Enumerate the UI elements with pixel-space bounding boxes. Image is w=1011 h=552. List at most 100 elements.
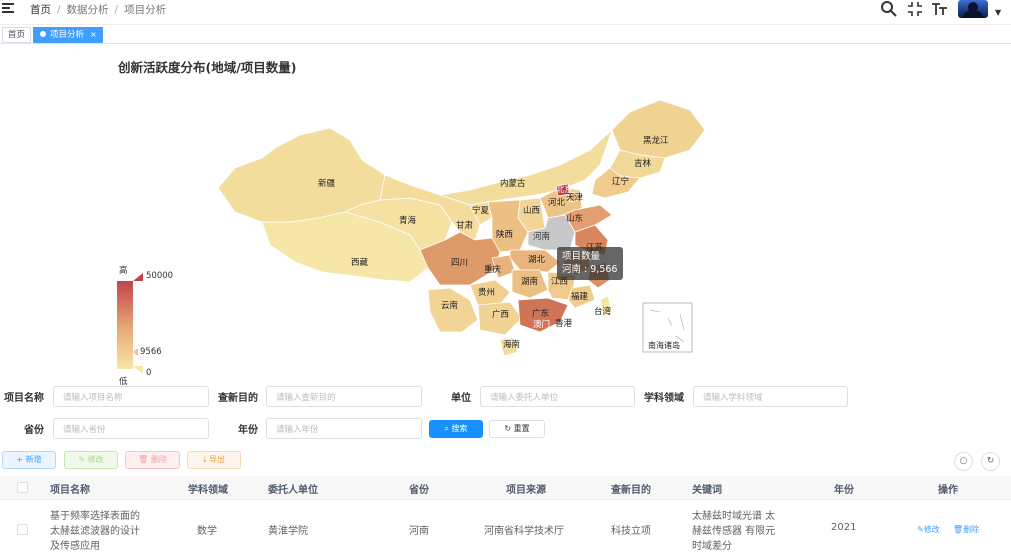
unit-input[interactable]: 请输入委托人单位 xyxy=(480,386,635,407)
visual-map-gradient-bar[interactable] xyxy=(117,281,133,369)
breadcrumb-data-analysis[interactable]: 数据分析 xyxy=(67,4,109,16)
add-button[interactable]: + 新增 xyxy=(2,451,56,469)
cell-province: 河南 xyxy=(409,526,429,537)
region-label-shandong: 山东 xyxy=(566,214,584,224)
refresh-icon: ↻ xyxy=(504,424,514,433)
province-input[interactable]: 请输入省份 xyxy=(53,418,209,439)
region-label-chongqing: 重庆 xyxy=(484,265,502,275)
tooltip-title: 项目数量 xyxy=(562,251,601,262)
field-input[interactable]: 请输入学科领域 xyxy=(693,386,848,407)
region-label-guangxi: 广西 xyxy=(492,310,510,320)
plus-icon: + xyxy=(16,455,26,464)
col-purpose: 查新目的 xyxy=(611,485,651,496)
region-label-shaanxi: 陕西 xyxy=(496,230,514,240)
visual-map-max: 50000 xyxy=(146,271,174,281)
col-name: 项目名称 xyxy=(50,485,90,496)
visual-map-bottom-handle[interactable] xyxy=(132,365,144,375)
row-checkbox[interactable] xyxy=(17,524,28,535)
breadcrumb: 首页 / 数据分析 / 项目分析 xyxy=(30,4,167,16)
reset-button[interactable]: ↻ 重置 xyxy=(489,420,545,438)
visual-map-top-handle[interactable] xyxy=(132,272,144,282)
col-source: 项目来源 xyxy=(506,485,546,496)
search-button[interactable]: ⌕ 搜索 xyxy=(429,420,483,438)
refresh-icon[interactable]: ↻ xyxy=(981,452,1000,471)
region-heilongjiang xyxy=(611,99,706,159)
font-size-icon[interactable] xyxy=(931,0,949,18)
col-actions: 操作 xyxy=(938,485,958,496)
col-province: 省份 xyxy=(409,485,429,496)
china-map[interactable] xyxy=(0,80,720,386)
cell-keywords-line-1: 太赫兹时域光谱 太 xyxy=(692,511,776,522)
breadcrumb-project-analysis: 项目分析 xyxy=(124,4,167,16)
export-button[interactable]: ⤓ 导出 xyxy=(187,451,241,469)
visual-map-min: 0 xyxy=(146,368,152,378)
year-input[interactable]: 请输入年份 xyxy=(266,418,422,439)
region-label-tianjin: 天津 xyxy=(566,193,584,203)
name-input[interactable]: 请输入项目名称 xyxy=(53,386,209,407)
unit-label: 单位 xyxy=(451,393,471,404)
cell-field: 数学 xyxy=(197,526,217,537)
region-label-hubei: 湖北 xyxy=(528,255,546,265)
delete-button[interactable]: 🗑 删除 xyxy=(125,451,180,469)
purpose-input[interactable]: 请输入查新目的 xyxy=(266,386,422,407)
top-navbar: 首页 / 数据分析 / 项目分析 ▼ xyxy=(0,0,1011,22)
region-label-xizang: 西藏 xyxy=(351,258,369,268)
region-label-hainan: 海南 xyxy=(503,340,521,350)
name-label: 项目名称 xyxy=(4,393,44,404)
cell-name-line-2: 太赫兹滤波器的设计 xyxy=(50,526,140,537)
tag-home[interactable]: 首页 xyxy=(2,27,32,43)
search-icon[interactable] xyxy=(880,0,898,18)
close-icon[interactable]: × xyxy=(90,30,97,39)
active-dot-icon xyxy=(40,31,46,37)
trash-icon: 🗑 xyxy=(953,525,964,534)
region-label-yunnan: 云南 xyxy=(441,301,459,311)
region-label-xianggang: 香港 xyxy=(555,319,573,329)
hamburger-icon[interactable] xyxy=(2,3,14,15)
region-label-nanhai: 南海诸岛 xyxy=(648,341,680,350)
region-label-aomen: 澳门 xyxy=(533,320,551,330)
region-label-sichuan: 四川 xyxy=(451,258,469,268)
search-form-row-1: 项目名称 请输入项目名称 查新目的 请输入查新目的 单位 请输入委托人单位 学科… xyxy=(0,386,1011,408)
region-label-neimenggu: 内蒙古 xyxy=(500,179,526,189)
breadcrumb-home[interactable]: 首页 xyxy=(30,4,51,16)
region-label-xinjiang: 新疆 xyxy=(318,179,336,189)
row-edit-link[interactable]: ✎修改 xyxy=(917,524,940,535)
chevron-down-icon[interactable]: ▼ xyxy=(995,8,1001,17)
region-label-hunan: 湖南 xyxy=(521,277,539,287)
cell-year: 2021 xyxy=(831,522,857,533)
tooltip-value: 河南 : 9,566 xyxy=(562,264,618,275)
col-year: 年份 xyxy=(834,485,854,496)
region-label-jilin: 吉林 xyxy=(634,159,652,169)
toggle-search-icon[interactable]: ○ xyxy=(954,452,973,471)
region-label-fujian: 福建 xyxy=(571,292,589,302)
select-all-checkbox[interactable] xyxy=(17,482,28,493)
cell-purpose: 科技立项 xyxy=(611,526,651,537)
search-icon: ⌕ xyxy=(444,424,452,433)
chart-title: 创新活跃度分布(地域/项目数量) xyxy=(118,60,297,75)
search-form-row-2: 省份 请输入省份 年份 请输入年份 ⌕ 搜索 ↻ 重置 xyxy=(0,418,1011,440)
avatar[interactable] xyxy=(958,0,988,18)
region-label-gansu: 甘肃 xyxy=(456,221,474,231)
cell-source: 河南省科学技术厅 xyxy=(484,526,564,537)
edit-button[interactable]: ✎ 修改 xyxy=(64,451,118,469)
region-label-shanxi: 山西 xyxy=(523,206,541,216)
region-label-ningxia: 宁夏 xyxy=(472,206,490,216)
region-label-henan: 河南 xyxy=(533,232,551,242)
visual-map-pointer xyxy=(133,348,138,356)
region-label-liaoning: 辽宁 xyxy=(612,177,630,187)
row-delete-link[interactable]: 🗑删除 xyxy=(953,524,979,535)
fullscreen-exit-icon[interactable] xyxy=(906,0,924,18)
field-label: 学科领域 xyxy=(644,393,684,404)
map-tooltip: 项目数量 河南 : 9,566 xyxy=(557,247,623,280)
col-unit: 委托人单位 xyxy=(268,485,318,496)
cell-keywords-line-2: 赫兹传感器 有限元 xyxy=(692,526,776,537)
tag-project-analysis[interactable]: 项目分析 × xyxy=(33,27,103,43)
region-label-heilongjiang: 黑龙江 xyxy=(643,136,669,146)
purpose-label: 查新目的 xyxy=(218,393,258,404)
col-keywords: 关键词 xyxy=(692,485,722,496)
tags-view: 首页 项目分析 × xyxy=(0,24,1011,44)
cell-name-line-1: 基于频率选择表面的 xyxy=(50,511,140,522)
table-row[interactable]: 基于频率选择表面的 太赫兹滤波器的设计 及传感应用 数学 黄淮学院 河南 河南省… xyxy=(0,501,1011,552)
region-label-hebei: 河北 xyxy=(548,198,566,208)
region-label-guizhou: 贵州 xyxy=(478,288,496,298)
